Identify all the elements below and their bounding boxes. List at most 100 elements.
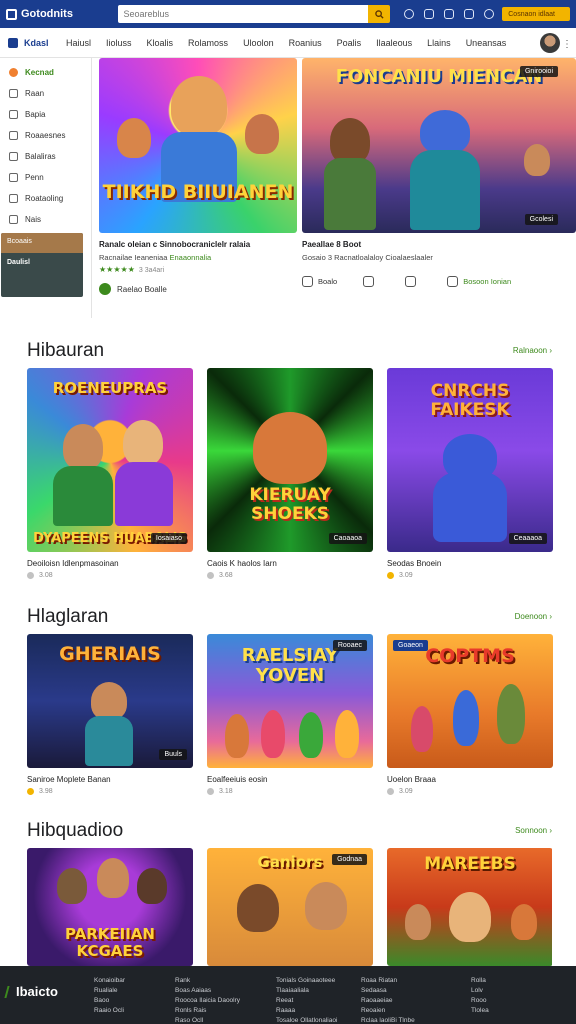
footer-column: Rank Boas Aaiaas Roocoa Ilaicia Daoolry …	[175, 976, 240, 1024]
game-card[interactable]: PARKEIIAN KCGAES	[27, 848, 193, 966]
nav-item[interactable]: Rolamoss	[188, 38, 228, 48]
search-input[interactable]	[117, 5, 369, 23]
sidebar-card-title: Bcoaais	[1, 233, 83, 253]
nav-item[interactable]: Iioluss	[106, 38, 132, 48]
author-avatar-icon	[99, 283, 111, 295]
nav-home[interactable]: Kdasl	[8, 37, 66, 48]
game-card[interactable]: GHERIAIS Buuls Saniroe Moplete Banan 3.9…	[27, 634, 193, 795]
footer-link[interactable]: Konaioibar	[94, 976, 125, 986]
site-logo[interactable]: Gotodnits	[6, 8, 110, 20]
hero-image-1[interactable]: TIIKHD BIIUIANEN	[99, 58, 297, 233]
share-action-button[interactable]: Bosoon Ionian	[447, 276, 511, 287]
character-figure	[253, 412, 327, 484]
footer-link[interactable]: Baoo	[94, 996, 125, 1006]
share-icon	[447, 276, 459, 287]
profile-action-button[interactable]	[363, 276, 379, 287]
footer-link[interactable]: Raso Ocll	[175, 1016, 240, 1024]
footer-logo[interactable]: Ibaicto	[4, 984, 58, 999]
info-icon[interactable]	[484, 9, 495, 19]
footer-link[interactable]: Raaio Ocli	[94, 1006, 125, 1016]
game-card[interactable]: MAREEBS	[387, 848, 552, 966]
promo-button[interactable]: Cosnaon idlaat	[502, 7, 570, 21]
footer-link[interactable]: Boas Aaiaas	[175, 986, 240, 996]
link-label: Sonnoon	[515, 826, 548, 835]
footer-link[interactable]: Tlaaiaaliala	[276, 986, 337, 996]
sidebar-item-browse[interactable]: Bapia	[0, 104, 91, 125]
character-figure	[225, 714, 249, 758]
sidebar-item-library[interactable]: Balaliras	[0, 146, 91, 167]
nav-item[interactable]: Haiusl	[66, 38, 91, 48]
game-meta: 3.09	[387, 788, 553, 795]
game-card[interactable]: KIERUAY SHOEKS Caoaaoa Caois K haolos Ia…	[207, 368, 373, 579]
character-body	[53, 466, 113, 526]
section-see-all-link[interactable]: Doenoon ›	[515, 612, 552, 621]
footer-link[interactable]: Reeat	[276, 996, 337, 1006]
game-rating: 3.98	[39, 788, 53, 795]
section-see-all-link[interactable]: Ralnaoon ›	[513, 346, 552, 355]
sidebar-promo-card[interactable]: Bcoaais Daulisl	[1, 233, 83, 297]
game-card[interactable]: ROENEUPRAS DYAPEENS HUABALIS Iosaiaso De…	[27, 368, 193, 579]
footer-link[interactable]: Raoaaeiae	[361, 996, 415, 1006]
game-card[interactable]: CNRCHS FAIKESK Ceaaaoa Seodas Bnoein 3.0…	[387, 368, 553, 579]
sidebar-item-featured[interactable]: Kecnad	[0, 62, 91, 83]
sidebar-item-deals[interactable]: Roataoling	[0, 188, 91, 209]
sidebar-item-games[interactable]: Roaaesnes	[0, 125, 91, 146]
hero-image-2[interactable]: FONCANIU MIENCAN Gnirooioi Gcolesi	[302, 58, 576, 233]
nav-item[interactable]: Roanius	[289, 38, 322, 48]
footer-link[interactable]: Rooo	[471, 996, 489, 1006]
nav-item[interactable]: Uloolon	[243, 38, 274, 48]
footer-link[interactable]: Rualiale	[94, 986, 125, 996]
footer-link[interactable]: Lolv	[471, 986, 489, 996]
avatar[interactable]	[540, 33, 560, 53]
footer-link[interactable]: Ronls Rais	[175, 1006, 240, 1016]
user-icon[interactable]	[444, 9, 455, 19]
footer: Ibaicto Konaioibar Rualiale Baoo Raaio O…	[0, 966, 576, 1024]
footer-link[interactable]: Roocoa Ilaicia Daoolry	[175, 996, 240, 1006]
game-art-title: RAELSIAY YOVEN	[241, 645, 339, 686]
sidebar-item-home[interactable]: Raan	[0, 83, 91, 104]
nav-item[interactable]: Llains	[427, 38, 451, 48]
nav-item[interactable]: Ilaaleous	[376, 38, 412, 48]
nav-item[interactable]: Kloalis	[147, 38, 174, 48]
game-title: Deoiloisn Idlenpmasoinan	[27, 559, 119, 568]
search-button[interactable]	[368, 5, 391, 23]
wallet-icon[interactable]	[424, 9, 435, 19]
footer-link[interactable]: Rank	[175, 976, 240, 986]
game-art-title: KIERUAY SHOEKS	[249, 485, 331, 524]
footer-link[interactable]: Tosaloe Ollatlonaliaoi	[276, 1016, 337, 1024]
section-see-all-link[interactable]: Sonnoon ›	[515, 826, 552, 835]
hero-author[interactable]: Raelao Boalle	[99, 283, 297, 295]
notification-icon[interactable]	[404, 9, 415, 19]
sidebar-item-help[interactable]: Nais	[0, 209, 91, 230]
footer-link[interactable]: Raaaa	[276, 1006, 337, 1016]
home-action-button[interactable]: Boalo	[302, 276, 337, 287]
message-icon[interactable]	[464, 9, 475, 19]
sidebar-item-community[interactable]: Penn	[0, 167, 91, 188]
footer-link[interactable]: Tonials Goinaaoteee	[276, 976, 337, 986]
sidebar-item-label: Roaaesnes	[25, 131, 66, 140]
sidebar-card-subtitle: Daulisl	[7, 259, 30, 266]
more-icon[interactable]: ⋮	[562, 39, 572, 50]
home-icon	[8, 37, 18, 48]
game-thumbnail: KIERUAY SHOEKS Caoaaoa	[207, 368, 373, 552]
footer-link[interactable]: Roaa Riatan	[361, 976, 415, 986]
section-2: Hlaglaran Doenoon › GHERIAIS Buuls Sanir…	[0, 598, 576, 795]
character-figure	[245, 114, 279, 154]
nav-item[interactable]: Uneansas	[466, 38, 507, 48]
footer-link[interactable]: Reoaien	[361, 1006, 415, 1016]
nav-item[interactable]: Poalis	[337, 38, 362, 48]
pin-action-button[interactable]	[405, 276, 421, 287]
footer-link[interactable]: Sedaasa	[361, 986, 415, 996]
footer-column: Roaa Riatan Sedaasa Raoaaeiae Reoaien Rc…	[361, 976, 415, 1024]
nav-home-label: Kdasl	[24, 37, 49, 48]
character-body	[433, 472, 507, 542]
game-card[interactable]: COPTMS Goaeon Uoelon Braaa 3.09	[387, 634, 553, 795]
grid-icon	[9, 110, 18, 119]
footer-link[interactable]: Rolla	[471, 976, 489, 986]
footer-link[interactable]: Rclaa laoliBi Tlnbe	[361, 1016, 415, 1024]
game-card[interactable]: RAELSIAY YOVEN Rooaec Eoalfeeiuis eosin …	[207, 634, 373, 795]
footer-link[interactable]: Tlolea	[471, 1006, 489, 1016]
game-card[interactable]: Ganiors Godnaa	[207, 848, 373, 966]
chat-icon	[9, 173, 18, 182]
hero-subline-link[interactable]: Enaaonnalia	[169, 253, 211, 262]
